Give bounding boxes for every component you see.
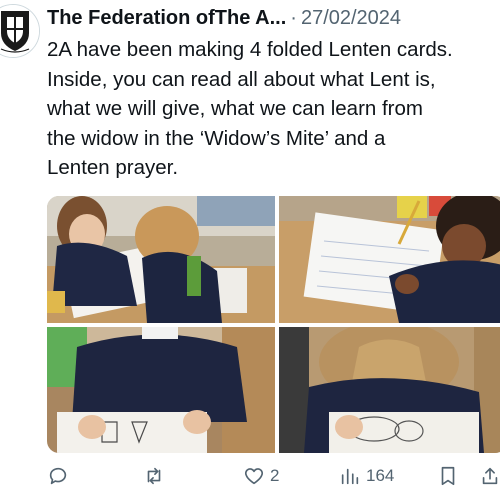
views-count: 164 [366, 466, 395, 485]
like-icon [244, 468, 264, 485]
bookmark-button[interactable] [437, 459, 459, 493]
reply-icon [49, 467, 67, 485]
views-button[interactable]: 164 [339, 459, 394, 493]
tweet-text-line: Inside, you can read all about what Lent… [47, 67, 436, 91]
tweet-text-line: 2A have been making 4 folded Lenten card… [47, 38, 453, 61]
tweet-text-line: Lenten prayer. [47, 156, 179, 179]
photo-child-writing-3[interactable] [47, 327, 275, 453]
author-name[interactable]: The Federation ofThe A... [47, 7, 286, 30]
views-icon [341, 468, 359, 485]
photo-child-writing-4[interactable] [279, 327, 500, 453]
retweet-icon [147, 467, 161, 485]
photo-child-writing-2[interactable] [279, 196, 500, 323]
like-button[interactable]: 2 [243, 459, 279, 493]
tweet-text-line: the widow in the ‘Widow’s Mite’ and a [47, 126, 386, 150]
photo-children-writing-1[interactable] [47, 196, 275, 323]
retweet-button[interactable] [143, 459, 170, 493]
tweet-actions: 2 164 [47, 459, 500, 493]
tweet-header: The Federation ofThe A... · 27/02/2024 [47, 5, 500, 31]
reply-button[interactable] [47, 459, 74, 493]
like-count: 2 [270, 466, 280, 485]
share-button[interactable] [479, 459, 500, 493]
profile-avatar[interactable] [0, 4, 40, 58]
bookmark-icon [441, 466, 455, 486]
tweet-text: 2A have been making 4 folded Lenten card… [47, 35, 500, 183]
separator-dot: · [290, 6, 297, 29]
photo-grid [47, 196, 500, 453]
share-icon [482, 467, 498, 485]
tweet-text-line: what we will give, what we can learn fro… [47, 97, 423, 120]
tweet-date[interactable]: 27/02/2024 [301, 7, 401, 30]
